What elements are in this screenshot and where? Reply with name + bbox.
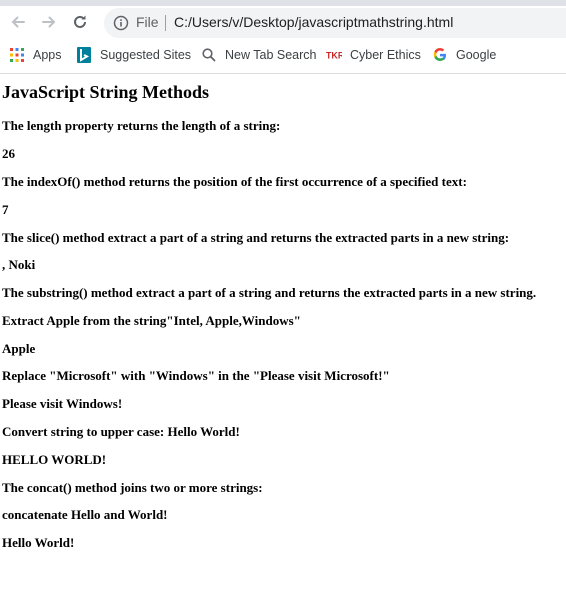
slice-result: , Noki <box>2 257 36 272</box>
google-icon <box>432 47 448 63</box>
concat-result: Hello World! <box>2 535 75 550</box>
extract-result: Apple <box>2 341 36 356</box>
uppercase-description: Convert string to upper case: Hello Worl… <box>2 424 240 439</box>
search-icon <box>201 47 217 63</box>
extract-description: Extract Apple from the string"Intel, App… <box>2 313 301 328</box>
substring-description: The substring() method extract a part of… <box>2 285 537 300</box>
indexof-result: 7 <box>2 202 9 217</box>
url-separator <box>165 15 166 31</box>
concat-description: The concat() method joins two or more st… <box>2 480 263 495</box>
bookmark-label: New Tab Search <box>225 48 317 62</box>
back-button[interactable] <box>6 10 30 34</box>
length-result: 26 <box>2 146 15 161</box>
forward-arrow-icon <box>42 16 56 28</box>
concat-input: concatenate Hello and World! <box>2 507 168 522</box>
browser-chrome: File C:/Users/v/Desktop/javascriptmathst… <box>0 0 566 74</box>
info-icon[interactable] <box>113 15 129 31</box>
tab-strip <box>0 0 566 6</box>
back-arrow-icon <box>11 16 25 28</box>
reload-button[interactable] <box>68 10 92 34</box>
svg-text:TKR: TKR <box>326 51 342 61</box>
bookmark-label: Google <box>456 48 497 62</box>
reload-icon <box>74 15 86 28</box>
replace-result: Please visit Windows! <box>2 396 123 411</box>
tkr-icon: TKR <box>326 47 342 63</box>
page-title: JavaScript String Methods <box>2 82 209 102</box>
bookmark-apps[interactable]: Apps <box>9 44 62 66</box>
uppercase-result: HELLO WORLD! <box>2 452 107 467</box>
length-description: The length property returns the length o… <box>2 118 281 133</box>
bookmark-suggested-sites[interactable]: Suggested Sites <box>76 44 191 66</box>
apps-grid-icon <box>9 47 25 63</box>
bookmark-label: Suggested Sites <box>100 48 192 62</box>
bookmark-label: Cyber Ethics <box>350 48 421 62</box>
slice-description: The slice() method extract a part of a s… <box>2 230 510 245</box>
bookmarks-bar: Apps Suggested Sites New Tab Search TKR … <box>0 44 566 66</box>
bookmark-google[interactable]: Google <box>432 44 496 66</box>
url-scheme-label: File <box>136 14 159 30</box>
url-text[interactable]: C:/Users/v/Desktop/javascriptmathstring.… <box>174 14 453 30</box>
bookmark-label: Apps <box>33 48 62 62</box>
replace-description: Replace "Microsoft" with "Windows" in th… <box>2 368 390 383</box>
indexof-description: The indexOf() method returns the positio… <box>2 174 467 189</box>
address-bar[interactable]: File C:/Users/v/Desktop/javascriptmathst… <box>104 8 566 38</box>
forward-button[interactable] <box>37 10 61 34</box>
bookmark-new-tab-search[interactable]: New Tab Search <box>201 44 317 66</box>
bing-icon <box>76 47 92 63</box>
bookmark-cyber-ethics[interactable]: TKR Cyber Ethics <box>326 44 421 66</box>
